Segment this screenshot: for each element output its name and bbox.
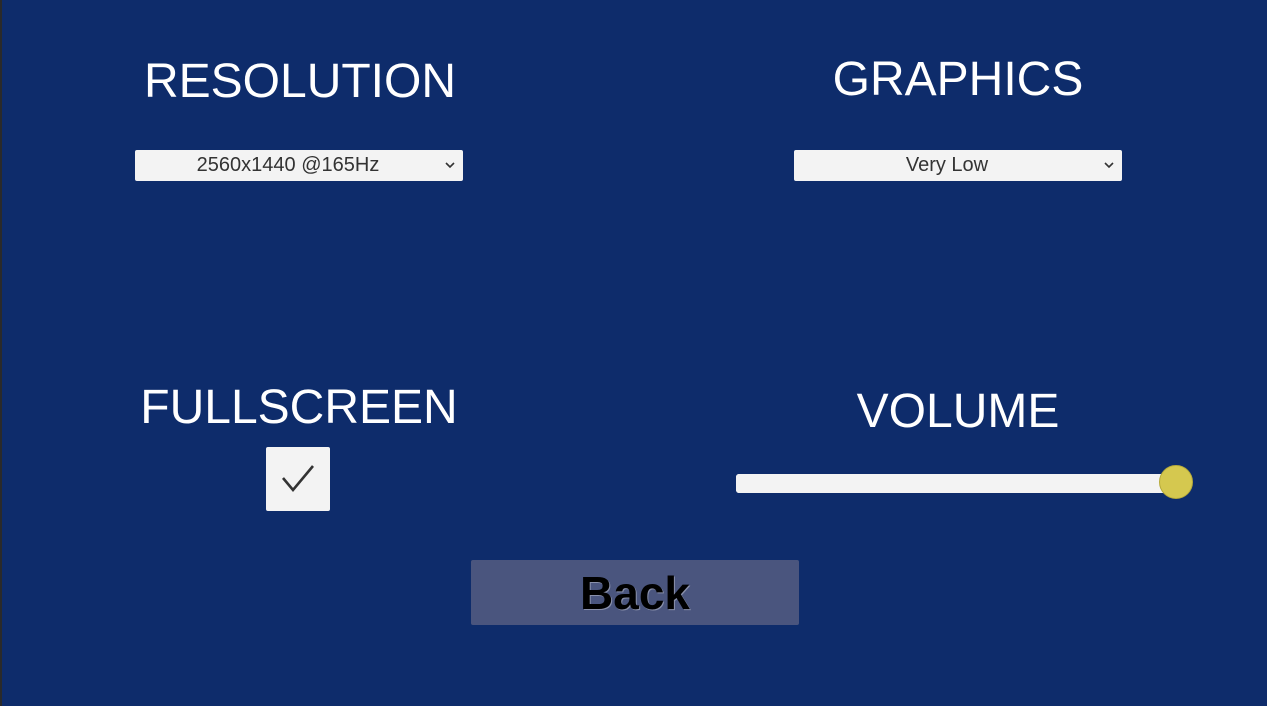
volume-slider[interactable] bbox=[736, 474, 1176, 493]
chevron-down-icon bbox=[1104, 162, 1114, 169]
volume-slider-fill bbox=[736, 474, 1176, 493]
graphics-dropdown[interactable]: Very Low bbox=[794, 150, 1122, 181]
resolution-heading: RESOLUTION bbox=[143, 55, 457, 108]
fullscreen-heading: FULLSCREEN bbox=[140, 381, 458, 434]
graphics-dropdown-value: Very Low bbox=[905, 154, 989, 176]
volume-slider-handle[interactable] bbox=[1159, 465, 1193, 499]
volume-heading: VOLUME bbox=[856, 385, 1060, 438]
resolution-dropdown-value: 2560x1440 @165Hz bbox=[196, 154, 380, 176]
fullscreen-checkbox[interactable] bbox=[266, 447, 330, 511]
back-button-label: Back bbox=[580, 566, 690, 619]
back-button[interactable]: Back bbox=[471, 560, 799, 625]
checkmark-icon bbox=[282, 465, 314, 493]
window-edge bbox=[0, 0, 2, 706]
graphics-heading: GRAPHICS bbox=[832, 53, 1084, 106]
chevron-down-icon bbox=[445, 162, 455, 169]
resolution-dropdown[interactable]: 2560x1440 @165Hz bbox=[135, 150, 463, 181]
